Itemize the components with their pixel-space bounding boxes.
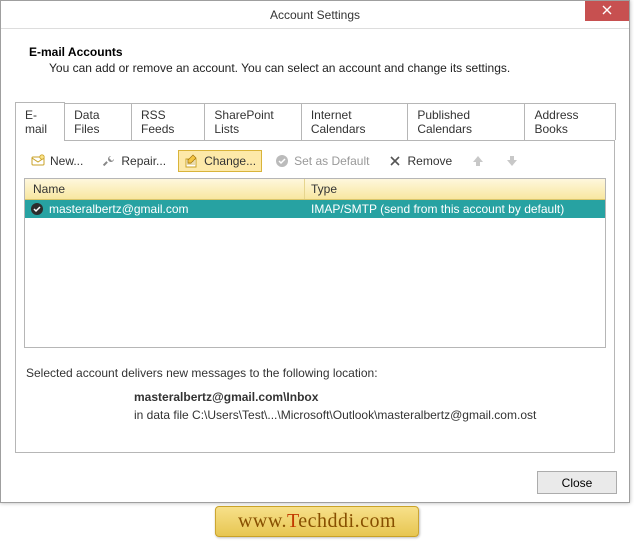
close-button[interactable]: Close — [537, 471, 617, 494]
content-area: E-mail Accounts You can add or remove an… — [1, 29, 629, 463]
column-header-name[interactable]: Name — [25, 179, 305, 199]
tab-label: E-mail — [25, 108, 47, 136]
dialog-footer: Close — [1, 463, 629, 502]
listview-rows: masteralbertz@gmail.com IMAP/SMTP (send … — [25, 200, 605, 347]
account-name: masteralbertz@gmail.com — [49, 202, 189, 216]
account-type: IMAP/SMTP (send from this account by def… — [311, 202, 564, 216]
row-name-cell: masteralbertz@gmail.com — [25, 201, 305, 217]
datafile-prefix: in data file — [134, 408, 192, 422]
row-type-cell: IMAP/SMTP (send from this account by def… — [305, 202, 605, 216]
tab-address-books[interactable]: Address Books — [524, 103, 616, 140]
watermark-prefix: www. — [238, 510, 287, 532]
tab-published-calendars[interactable]: Published Calendars — [407, 103, 525, 140]
tab-label: Internet Calendars — [311, 108, 366, 136]
delivery-datafile: in data file C:\Users\Test\...\Microsoft… — [134, 408, 606, 422]
new-button[interactable]: New... — [24, 150, 89, 172]
tab-body: New... Repair... Change... — [15, 140, 615, 453]
account-listview: Name Type masteralbertz@gmail.com IMAP/S… — [24, 178, 606, 348]
window-close-button[interactable] — [585, 1, 629, 21]
repair-icon — [101, 153, 117, 169]
column-label: Type — [311, 182, 337, 196]
tab-data-files[interactable]: Data Files — [64, 103, 132, 140]
listview-header: Name Type — [25, 179, 605, 200]
button-label: Set as Default — [294, 154, 369, 168]
button-label: Remove — [407, 154, 452, 168]
window-title: Account Settings — [270, 8, 360, 22]
tab-label: RSS Feeds — [141, 108, 174, 136]
new-icon — [30, 153, 46, 169]
tabstrip: E-mail Data Files RSS Feeds SharePoint L… — [15, 101, 615, 140]
account-settings-window: Account Settings E-mail Accounts You can… — [0, 0, 630, 503]
button-label: Repair... — [121, 154, 166, 168]
delivery-info: Selected account delivers new messages t… — [24, 360, 606, 422]
close-icon — [599, 2, 615, 21]
watermark-rest: echddi.com — [298, 510, 396, 532]
page-description: You can add or remove an account. You ca… — [49, 61, 615, 75]
change-button[interactable]: Change... — [178, 150, 262, 172]
arrow-up-icon — [470, 153, 486, 169]
tab-rss-feeds[interactable]: RSS Feeds — [131, 103, 205, 140]
remove-button[interactable]: Remove — [381, 150, 458, 172]
account-row[interactable]: masteralbertz@gmail.com IMAP/SMTP (send … — [25, 200, 605, 218]
tab-label: Published Calendars — [417, 108, 472, 136]
button-label: Change... — [204, 154, 256, 168]
arrow-down-icon — [504, 153, 520, 169]
remove-icon — [387, 153, 403, 169]
toolbar: New... Repair... Change... — [24, 149, 606, 178]
button-label: New... — [50, 154, 83, 168]
page-heading: E-mail Accounts — [29, 45, 615, 59]
column-label: Name — [33, 182, 65, 196]
column-header-type[interactable]: Type — [305, 179, 605, 199]
repair-button[interactable]: Repair... — [95, 150, 172, 172]
tab-label: Data Files — [74, 108, 99, 136]
move-down-button — [498, 150, 526, 172]
tab-label: SharePoint Lists — [214, 108, 273, 136]
tab-email[interactable]: E-mail — [15, 102, 65, 141]
set-default-button: Set as Default — [268, 150, 375, 172]
check-circle-icon — [274, 153, 290, 169]
tab-internet-calendars[interactable]: Internet Calendars — [301, 103, 409, 140]
change-icon — [184, 153, 200, 169]
titlebar: Account Settings — [1, 1, 629, 29]
move-up-button — [464, 150, 492, 172]
watermark-accent: T — [287, 510, 298, 532]
tab-label: Address Books — [534, 108, 578, 136]
default-account-check-icon — [29, 201, 45, 217]
datafile-path: C:\Users\Test\...\Microsoft\Outlook\mast… — [192, 408, 536, 422]
delivery-info-text: Selected account delivers new messages t… — [26, 366, 606, 380]
button-label: Close — [562, 476, 593, 490]
delivery-location: masteralbertz@gmail.com\Inbox — [134, 390, 606, 404]
tab-sharepoint-lists[interactable]: SharePoint Lists — [204, 103, 301, 140]
watermark: www.Techddi.com — [215, 506, 419, 537]
